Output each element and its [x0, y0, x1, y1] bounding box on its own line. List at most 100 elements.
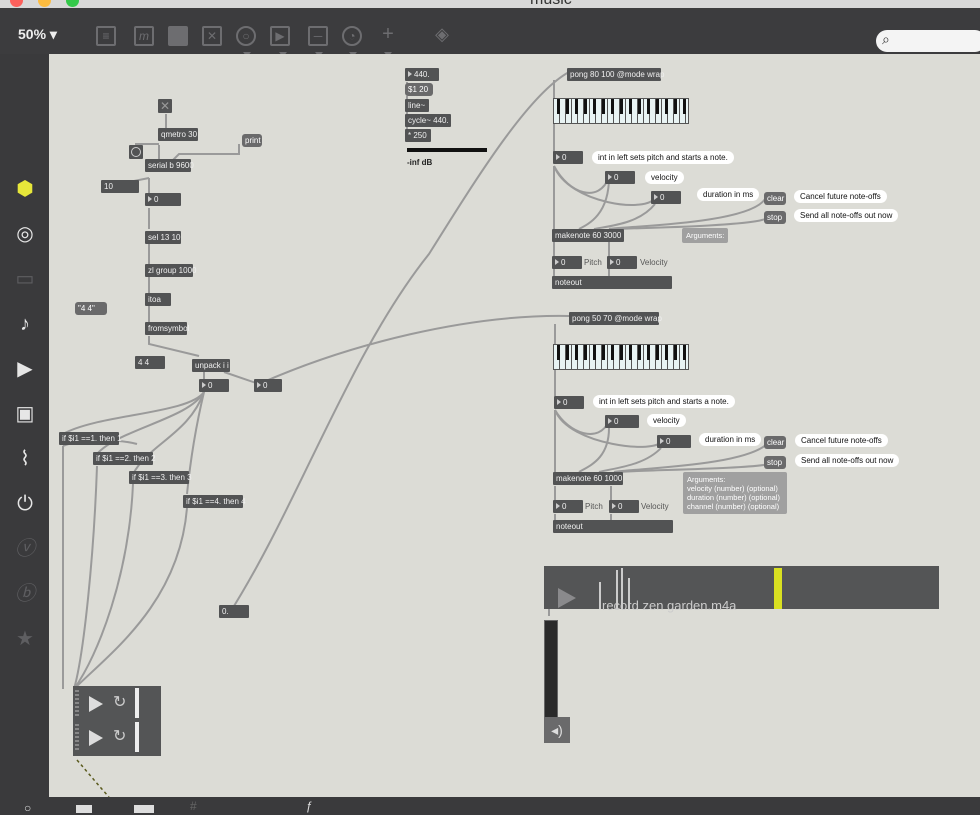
duration-input-number-2[interactable]: 0: [657, 435, 691, 448]
comment-icon[interactable]: [168, 26, 188, 46]
playhead[interactable]: [774, 568, 782, 609]
star-icon[interactable]: ★: [14, 628, 36, 650]
if-object-1[interactable]: if $i1 ==1. then 1: [59, 432, 122, 445]
speaker-icon[interactable]: ◂): [544, 717, 570, 743]
velocity-output-number-1[interactable]: 0: [607, 256, 637, 269]
float-number-box[interactable]: 0.: [219, 605, 249, 618]
unpack-object[interactable]: unpack i i: [192, 359, 230, 372]
vimeo-icon[interactable]: ⓥ: [14, 538, 36, 560]
sel-object[interactable]: sel 13 10: [145, 231, 181, 244]
paint-bucket-icon[interactable]: ◈: [432, 25, 452, 46]
target-icon[interactable]: ◎: [14, 223, 36, 245]
unpack-output-number-2[interactable]: 0: [254, 379, 282, 392]
if-object-3[interactable]: if $i1 ==3. then 3: [129, 471, 192, 484]
grid-icon[interactable]: #: [190, 799, 197, 813]
presentation-icon[interactable]: ≡: [96, 26, 116, 46]
clear-message-2[interactable]: clear: [764, 436, 786, 449]
serial-object[interactable]: serial b 9600: [145, 159, 194, 172]
window-icon[interactable]: [134, 805, 154, 813]
plug-icon[interactable]: ⏻: [14, 493, 36, 515]
itoa-object[interactable]: itoa: [145, 293, 171, 306]
bang-button[interactable]: [129, 145, 143, 159]
window-title: music: [530, 0, 572, 8]
stop-comment-2: Send all note-offs out now: [795, 454, 900, 467]
function-icon[interactable]: ƒ: [306, 799, 313, 813]
pitch-input-number-1[interactable]: 0: [553, 151, 583, 164]
message-4-4-quoted[interactable]: "4 4": [75, 302, 107, 315]
if-object-2[interactable]: if $i1 ==2. then 2: [93, 452, 156, 465]
pitch-output-number-1[interactable]: 0: [552, 256, 582, 269]
close-window-button[interactable]: [10, 0, 23, 7]
plus-icon[interactable]: +: [378, 24, 398, 46]
noteout-object-2[interactable]: noteout: [553, 520, 673, 533]
film-icon[interactable]: ▭: [14, 268, 36, 290]
new-object-icon[interactable]: m: [134, 26, 154, 46]
stop-message-2[interactable]: stop: [764, 456, 786, 469]
pitch-comment-1: int in left sets pitch and starts a note…: [592, 151, 734, 164]
noteout-object-1[interactable]: noteout: [552, 276, 672, 289]
frequency-number-box[interactable]: 440.: [405, 68, 439, 81]
cycle-object[interactable]: cycle~ 440.: [405, 114, 451, 127]
pong-object-1[interactable]: pong 80 100 @mode wrap: [567, 68, 664, 81]
b-icon[interactable]: ⓑ: [14, 583, 36, 605]
number-box-10[interactable]: 10: [101, 180, 139, 193]
number-box[interactable]: 0: [145, 193, 181, 206]
pitch-input-number-2[interactable]: 0: [554, 396, 584, 409]
makenote-object-1[interactable]: makenote 60 3000: [552, 229, 624, 242]
slider-icon[interactable]: ─: [308, 26, 328, 46]
velocity-output-number-2[interactable]: 0: [609, 500, 639, 513]
ramp-message[interactable]: $1 20: [405, 83, 433, 96]
play-object-icon[interactable]: ▶: [270, 26, 290, 46]
zoom-level[interactable]: 50% ▾: [18, 26, 57, 43]
image-icon[interactable]: ▣: [14, 403, 36, 425]
makenote-arguments-1: Arguments:: [682, 228, 729, 243]
velocity-input-number-1[interactable]: 0: [605, 171, 635, 184]
playlist-object[interactable]: ↻ ↻: [73, 686, 161, 756]
level-meter: [407, 148, 487, 152]
drag-handle-icon[interactable]: [75, 690, 79, 718]
media-clip-icon[interactable]: ▶: [14, 358, 36, 380]
minimize-window-button[interactable]: [38, 0, 51, 7]
clear-comment-1: Cancel future note-offs: [794, 190, 887, 203]
play-icon[interactable]: [89, 696, 103, 712]
play-icon[interactable]: [558, 588, 576, 608]
pitch-output-number-2[interactable]: 0: [553, 500, 583, 513]
play-icon[interactable]: [89, 730, 103, 746]
pitch-label-2: Pitch: [585, 502, 603, 511]
fromsymbol-object[interactable]: fromsymbol: [145, 322, 189, 335]
drag-handle-icon[interactable]: [75, 724, 79, 752]
duration-input-number-1[interactable]: 0: [651, 191, 681, 204]
velocity-input-number-2[interactable]: 0: [605, 415, 639, 428]
waveform-peak: [599, 582, 601, 609]
kslider-keyboard-1[interactable]: [553, 98, 689, 124]
presentation-toggle-icon[interactable]: [76, 805, 92, 813]
line-object[interactable]: line~: [405, 99, 429, 112]
paperclip-icon[interactable]: ⌇: [14, 448, 36, 470]
print-object[interactable]: print: [242, 134, 262, 147]
message-icon[interactable]: ✕: [202, 26, 222, 46]
makenote-object-2[interactable]: makenote 60 1000: [553, 472, 623, 485]
button-icon[interactable]: ○: [236, 26, 256, 46]
zl-group-object[interactable]: zl group 1000: [145, 264, 196, 277]
music-note-icon[interactable]: ♪: [14, 313, 36, 335]
zoom-window-button[interactable]: [66, 0, 79, 7]
qmetro-object[interactable]: qmetro 30: [158, 128, 198, 141]
dial-icon[interactable]: ◔: [342, 26, 362, 46]
kslider-keyboard-2[interactable]: [553, 344, 689, 370]
pong-object-2[interactable]: pong 50 70 @mode wrap: [569, 312, 662, 325]
patcher-canvas[interactable]: ✕ qmetro 30 print serial b 9600 10 0 sel…: [49, 54, 980, 797]
unpack-output-number-1[interactable]: 0: [199, 379, 229, 392]
message-4-4[interactable]: 4 4: [135, 356, 165, 369]
loop-icon[interactable]: ↻: [113, 726, 126, 746]
toggle[interactable]: ✕: [158, 99, 172, 113]
velocity-label-1: Velocity: [640, 258, 668, 267]
if-object-4[interactable]: if $i1 ==4. then 4: [183, 495, 246, 508]
clear-message-1[interactable]: clear: [764, 192, 786, 205]
stop-message-1[interactable]: stop: [764, 211, 786, 224]
multiply-object[interactable]: * 250: [405, 129, 431, 142]
pitch-comment-2: int in left sets pitch and starts a note…: [593, 395, 735, 408]
search-field[interactable]: ⌕: [876, 30, 980, 52]
loop-icon[interactable]: ↻: [113, 692, 126, 712]
cube-icon[interactable]: ⬢: [14, 178, 36, 200]
audio-player[interactable]: record zen garden.m4a: [544, 566, 939, 613]
